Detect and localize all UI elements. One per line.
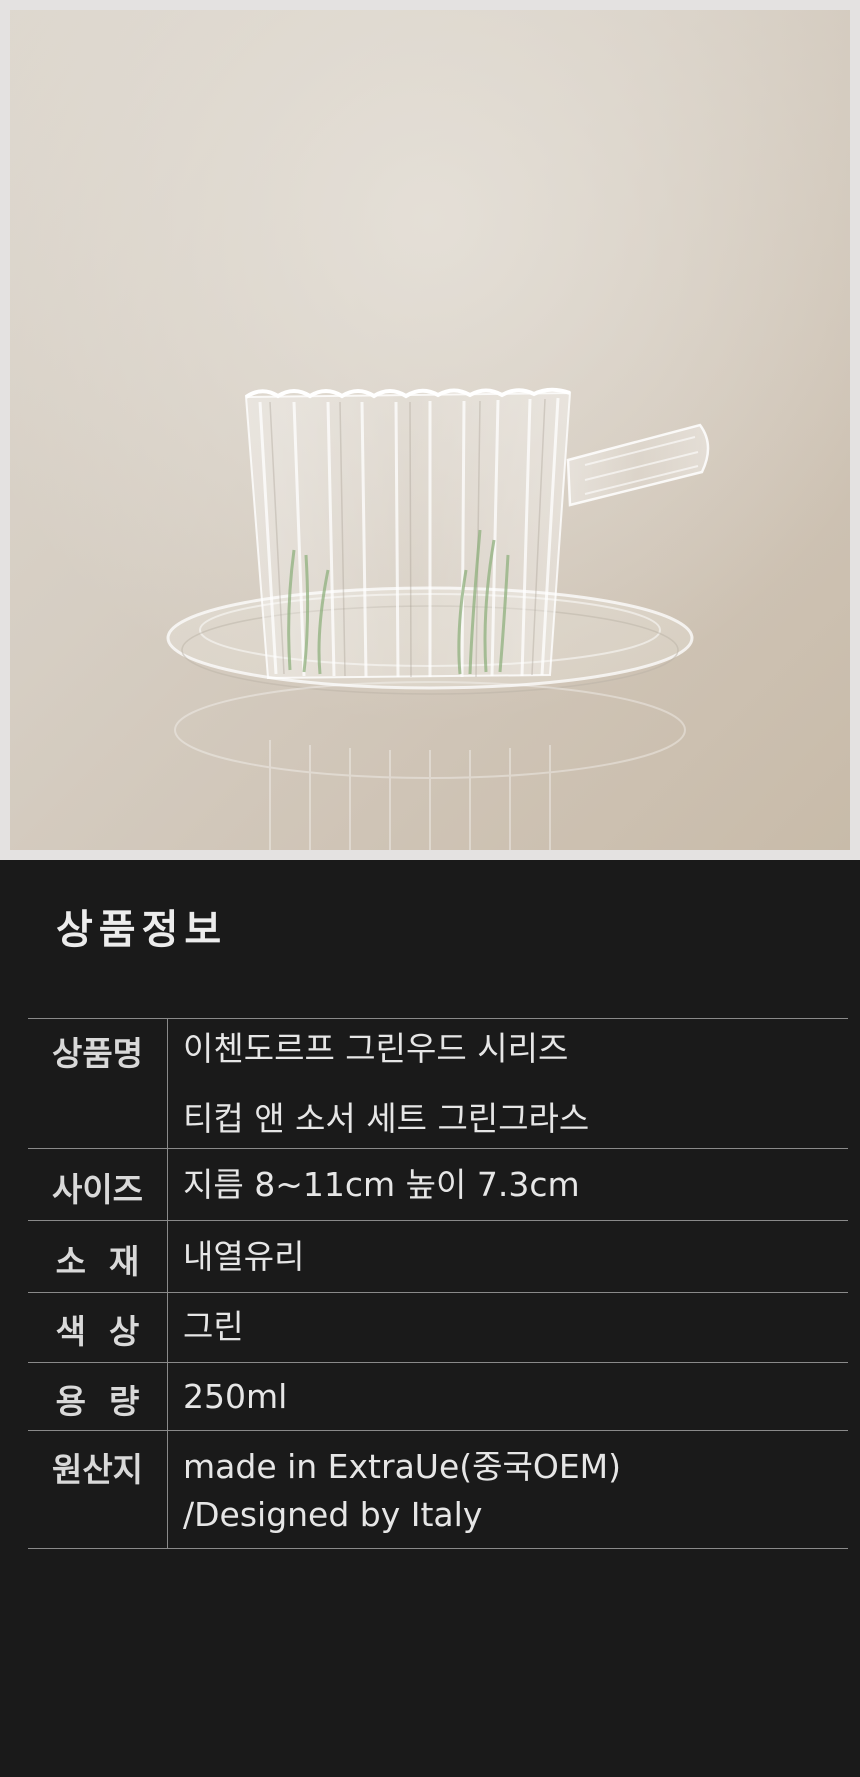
spec-label-material: 소 재 bbox=[28, 1220, 168, 1293]
spec-value-capacity: 250ml bbox=[167, 1362, 848, 1431]
spec-label-text: 상품명 bbox=[51, 1034, 144, 1073]
product-photo-frame bbox=[0, 0, 860, 860]
spec-value-material: 내열유리 bbox=[167, 1220, 848, 1293]
spec-label-capacity: 용 량 bbox=[28, 1362, 168, 1431]
spec-value-line: /Designed by Italy bbox=[183, 1495, 483, 1534]
spec-value-line: 티컵 앤 소서 세트 그린그라스 bbox=[183, 1099, 590, 1138]
spec-row-capacity: 용 량 250ml bbox=[28, 1362, 848, 1431]
spec-label-color: 색 상 bbox=[28, 1292, 168, 1363]
product-photo bbox=[10, 10, 850, 850]
spec-row-product-name: 상품명 이첸도르프 그린우드 시리즈 티컵 앤 소서 세트 그린그라스 bbox=[28, 1018, 848, 1149]
spec-label-text: 색 상 bbox=[55, 1312, 140, 1351]
spec-row-origin: 원산지 made in ExtraUe(중국OEM) /Designed by … bbox=[28, 1430, 848, 1549]
spec-label-text: 원산지 bbox=[51, 1450, 144, 1489]
spec-row-size: 사이즈 지름 8~11cm 높이 7.3cm bbox=[28, 1148, 848, 1221]
spec-label-size: 사이즈 bbox=[28, 1148, 168, 1221]
spec-label-product-name: 상품명 bbox=[28, 1018, 168, 1149]
spec-value-product-name: 이첸도르프 그린우드 시리즈 티컵 앤 소서 세트 그린그라스 bbox=[167, 1018, 848, 1149]
spec-value-line: made in ExtraUe(중국OEM) bbox=[183, 1447, 622, 1486]
spec-value-line: 내열유리 bbox=[183, 1237, 305, 1276]
spec-value-color: 그린 bbox=[167, 1292, 848, 1363]
glass-teacup-illustration bbox=[10, 10, 850, 850]
spec-value-line: 이첸도르프 그린우드 시리즈 bbox=[183, 1029, 569, 1068]
spec-row-color: 색 상 그린 bbox=[28, 1292, 848, 1363]
spec-label-text: 사이즈 bbox=[51, 1170, 144, 1209]
spec-label-origin: 원산지 bbox=[28, 1430, 168, 1549]
section-title: 상품정보 bbox=[56, 907, 228, 953]
spec-label-text: 용 량 bbox=[55, 1382, 140, 1421]
spec-value-line: 지름 8~11cm 높이 7.3cm bbox=[183, 1165, 580, 1204]
spec-row-material: 소 재 내열유리 bbox=[28, 1220, 848, 1293]
spec-value-line: 그린 bbox=[183, 1307, 244, 1346]
spec-value-origin: made in ExtraUe(중국OEM) /Designed by Ital… bbox=[167, 1430, 848, 1549]
spec-value-line: 250ml bbox=[183, 1377, 288, 1416]
spec-value-size: 지름 8~11cm 높이 7.3cm bbox=[167, 1148, 848, 1221]
spec-table: 상품명 이첸도르프 그린우드 시리즈 티컵 앤 소서 세트 그린그라스 사이즈 … bbox=[28, 1018, 848, 1549]
spec-label-text: 소 재 bbox=[55, 1242, 140, 1281]
